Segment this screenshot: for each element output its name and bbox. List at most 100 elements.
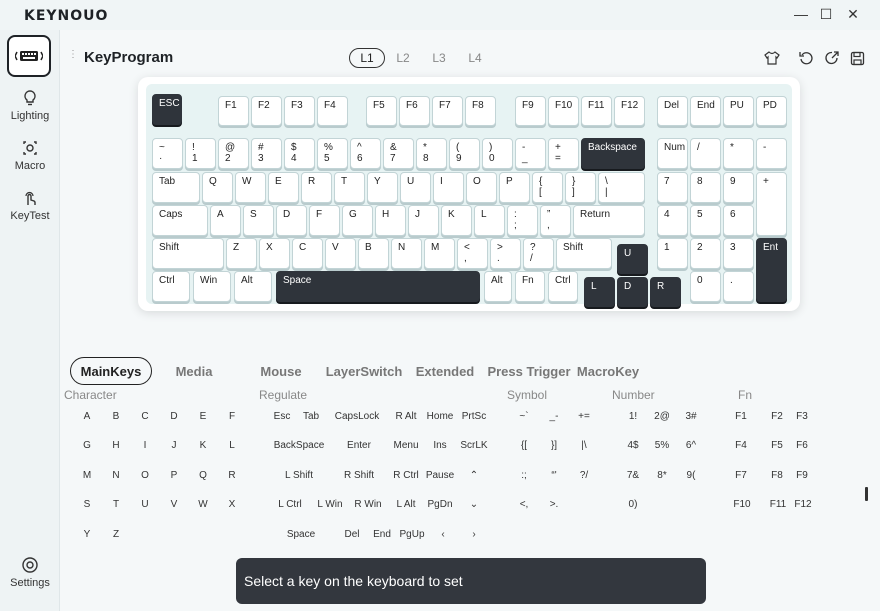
- key-kp5[interactable]: 5: [690, 205, 721, 236]
- key-right[interactable]: R: [650, 277, 681, 307]
- key-num[interactable]: Num: [657, 138, 688, 169]
- key-period[interactable]: > .: [490, 238, 521, 269]
- key-f8[interactable]: F8: [465, 96, 496, 126]
- sidebar-item-settings[interactable]: Settings: [0, 555, 60, 589]
- key-rbr[interactable]: } ]: [565, 172, 596, 203]
- key-a[interactable]: A: [210, 205, 241, 236]
- key-j[interactable]: J: [408, 205, 439, 236]
- key-i[interactable]: I: [433, 172, 464, 203]
- regulate-key-21[interactable]: ⌄: [458, 491, 490, 517]
- char-key-m[interactable]: M: [74, 462, 100, 488]
- close-button[interactable]: ✕: [840, 4, 866, 24]
- key-n7[interactable]: & 7: [383, 138, 414, 169]
- key-n5[interactable]: % 5: [317, 138, 348, 169]
- key-n[interactable]: N: [391, 238, 422, 269]
- maximize-button[interactable]: ☐: [813, 4, 839, 24]
- symbol-key-8[interactable]: ?/: [570, 462, 598, 488]
- key-h[interactable]: H: [375, 205, 406, 236]
- key-comma[interactable]: < ,: [457, 238, 488, 269]
- fn-key-f9[interactable]: F9: [790, 462, 814, 488]
- key-space[interactable]: Space: [276, 271, 480, 302]
- number-key-6[interactable]: 7&: [619, 462, 647, 488]
- sidebar-item-keytest[interactable]: KeyTest: [0, 188, 60, 222]
- key-kp9[interactable]: 9: [723, 172, 754, 203]
- key-slash[interactable]: ? /: [523, 238, 554, 269]
- key-kp1[interactable]: 1: [657, 238, 688, 269]
- export-icon[interactable]: [823, 49, 841, 67]
- key-n0[interactable]: ) 0: [482, 138, 513, 169]
- key-f2[interactable]: F2: [251, 96, 282, 126]
- regulate-key-1[interactable]: Tab: [297, 403, 325, 429]
- symbol-key-3[interactable]: {[: [510, 432, 538, 458]
- char-key-p[interactable]: P: [161, 462, 187, 488]
- char-key-h[interactable]: H: [103, 432, 129, 458]
- key-pd[interactable]: PD: [756, 96, 787, 126]
- scroll-indicator[interactable]: [865, 487, 868, 501]
- regulate-key-8[interactable]: Menu: [390, 432, 422, 458]
- regulate-key-11[interactable]: L Shift: [268, 462, 330, 488]
- key-f12[interactable]: F12: [614, 96, 645, 126]
- key-ralt[interactable]: Alt: [484, 271, 512, 302]
- regulate-key-24[interactable]: End: [368, 521, 396, 547]
- number-key-1[interactable]: 2@: [648, 403, 676, 429]
- regulate-key-5[interactable]: PrtSc: [458, 403, 490, 429]
- key-lctrl[interactable]: Ctrl: [152, 271, 190, 302]
- layer-tab-l1[interactable]: L1: [349, 48, 385, 68]
- key-minus[interactable]: - _: [515, 138, 546, 169]
- key-kp3[interactable]: 3: [723, 238, 754, 269]
- sidebar-item-lighting[interactable]: Lighting: [0, 88, 60, 122]
- regulate-key-2[interactable]: CapsLock: [326, 403, 388, 429]
- symbol-key-10[interactable]: >.: [540, 491, 568, 517]
- char-key-l[interactable]: L: [219, 432, 245, 458]
- layer-tab-l2[interactable]: L2: [391, 48, 415, 68]
- key-g[interactable]: G: [342, 205, 373, 236]
- tab-layerswitch[interactable]: LayerSwitch: [324, 357, 404, 385]
- key-kpslash[interactable]: /: [690, 138, 721, 169]
- key-l[interactable]: L: [474, 205, 505, 236]
- char-key-w[interactable]: W: [190, 491, 216, 517]
- char-key-s[interactable]: S: [74, 491, 100, 517]
- char-key-n[interactable]: N: [103, 462, 129, 488]
- fn-key-f11[interactable]: F11: [765, 491, 791, 517]
- key-return[interactable]: Return: [573, 205, 645, 236]
- fn-key-f3[interactable]: F3: [790, 403, 814, 429]
- key-tab[interactable]: Tab: [152, 172, 200, 203]
- key-n2[interactable]: @ 2: [218, 138, 249, 169]
- char-key-e[interactable]: E: [190, 403, 216, 429]
- char-key-o[interactable]: O: [132, 462, 158, 488]
- char-key-d[interactable]: D: [161, 403, 187, 429]
- sidebar-item-keyprogram[interactable]: [7, 35, 51, 77]
- number-key-0[interactable]: 1!: [619, 403, 647, 429]
- key-kpplus[interactable]: +: [756, 172, 787, 236]
- key-f11[interactable]: F11: [581, 96, 612, 126]
- tab-macrokey[interactable]: MacroKey: [576, 357, 640, 385]
- key-win[interactable]: Win: [193, 271, 231, 302]
- key-rshift[interactable]: Shift: [556, 238, 612, 269]
- key-fn[interactable]: Fn: [515, 271, 545, 302]
- regulate-key-17[interactable]: L Win: [314, 491, 346, 517]
- regulate-key-20[interactable]: PgDn: [424, 491, 456, 517]
- reset-icon[interactable]: [797, 49, 815, 67]
- key-kp4[interactable]: 4: [657, 205, 688, 236]
- key-f9[interactable]: F9: [515, 96, 546, 126]
- symbol-key-2[interactable]: +=: [570, 403, 598, 429]
- key-tilde[interactable]: ~ ·: [152, 138, 183, 169]
- fn-key-f7[interactable]: F7: [729, 462, 753, 488]
- fn-key-f10[interactable]: F10: [729, 491, 755, 517]
- key-lshift[interactable]: Shift: [152, 238, 224, 269]
- regulate-key-26[interactable]: ‹: [430, 521, 456, 547]
- tab-extended[interactable]: Extended: [414, 357, 476, 385]
- regulate-key-25[interactable]: PgUp: [396, 521, 428, 547]
- key-t[interactable]: T: [334, 172, 365, 203]
- key-kp0[interactable]: 0: [690, 271, 721, 302]
- key-left[interactable]: L: [584, 277, 615, 307]
- fn-key-f8[interactable]: F8: [765, 462, 789, 488]
- char-key-z[interactable]: Z: [103, 521, 129, 547]
- key-w[interactable]: W: [235, 172, 266, 203]
- key-n8[interactable]: * 8: [416, 138, 447, 169]
- char-key-j[interactable]: J: [161, 432, 187, 458]
- symbol-key-1[interactable]: _-: [540, 403, 568, 429]
- key-kpent[interactable]: Ent: [756, 238, 787, 302]
- key-p[interactable]: P: [499, 172, 530, 203]
- key-semi[interactable]: : ;: [507, 205, 538, 236]
